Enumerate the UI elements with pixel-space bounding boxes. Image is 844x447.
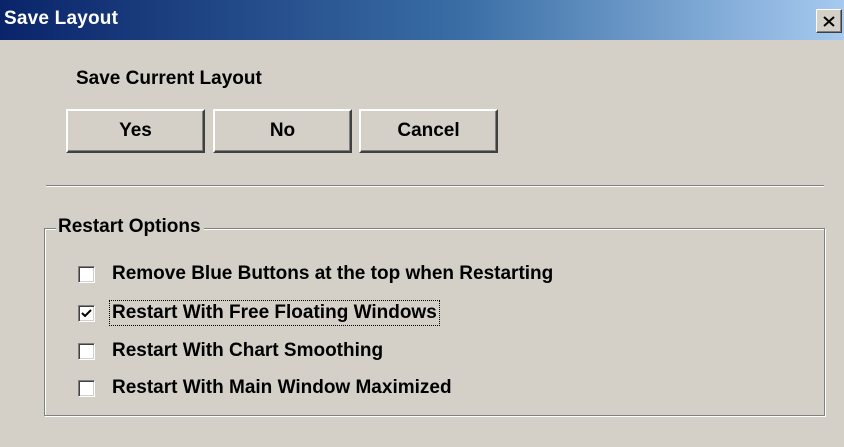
main-window-maximized-checkbox[interactable]: [78, 379, 95, 397]
save-current-layout-label: Save Current Layout: [76, 68, 262, 89]
option-label: Remove Blue Buttons at the top when Rest…: [112, 263, 554, 284]
option-chart-smoothing[interactable]: Restart With Chart Smoothing: [78, 337, 386, 365]
option-main-window-maximized[interactable]: Restart With Main Window Maximized: [78, 374, 455, 402]
remove-blue-buttons-checkbox[interactable]: [78, 265, 95, 283]
close-icon: [823, 15, 835, 27]
checkmark-icon: [81, 308, 92, 317]
option-free-floating-windows[interactable]: Restart With Free Floating Windows: [78, 299, 440, 327]
yes-button[interactable]: Yes: [66, 109, 205, 153]
cancel-button[interactable]: Cancel: [359, 109, 498, 153]
no-button[interactable]: No: [213, 109, 352, 153]
save-layout-dialog: Save Layout Save Current Layout Yes No C…: [0, 0, 844, 447]
option-label: Restart With Main Window Maximized: [112, 377, 452, 398]
separator-line: [46, 185, 824, 187]
restart-options-title: Restart Options: [56, 216, 204, 238]
option-label: Restart With Free Floating Windows: [109, 300, 440, 326]
close-button[interactable]: [816, 9, 842, 33]
option-remove-blue-buttons[interactable]: Remove Blue Buttons at the top when Rest…: [78, 260, 556, 288]
chart-smoothing-checkbox[interactable]: [78, 342, 95, 360]
title-bar[interactable]: Save Layout: [0, 0, 844, 40]
free-floating-windows-checkbox[interactable]: [78, 304, 95, 322]
window-title: Save Layout: [4, 8, 119, 29]
option-label: Restart With Chart Smoothing: [112, 340, 384, 361]
